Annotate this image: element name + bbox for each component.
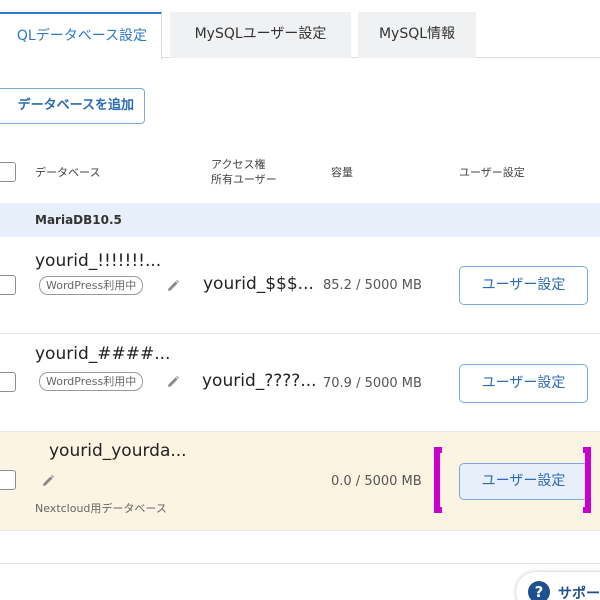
owner-user[interactable]: yourid_$$$...: [203, 274, 314, 294]
capacity-value: 70.9 / 5000 MB: [323, 376, 422, 391]
table-row: yourid_!!!!!!!... WordPress利用中 yourid_$$…: [0, 237, 600, 334]
tab-bar: QLデータベース設定 MySQLユーザー設定 MySQL情報: [0, 0, 600, 59]
support-button[interactable]: ? サポー: [516, 572, 600, 600]
column-header-user-settings: ユーザー設定: [459, 166, 525, 179]
pencil-icon[interactable]: [166, 279, 180, 293]
owner-user[interactable]: yourid_????...: [202, 371, 317, 391]
database-name[interactable]: yourid_!!!!!!!...: [35, 251, 161, 271]
user-settings-button[interactable]: ユーザー設定: [459, 463, 588, 500]
column-header-access-line2: 所有ユーザー: [211, 173, 277, 186]
column-header-capacity: 容量: [331, 166, 353, 179]
database-name[interactable]: yourid_####...: [35, 344, 170, 364]
highlight-bracket-right: [583, 447, 591, 513]
mysql-settings-page: QLデータベース設定 MySQLユーザー設定 MySQL情報 データベースを追加…: [0, 0, 600, 600]
column-header-access-line1: アクセス権: [211, 158, 266, 171]
capacity-value: 85.2 / 5000 MB: [323, 278, 422, 293]
row-checkbox[interactable]: [0, 470, 16, 490]
table-header: データベース アクセス権 所有ユーザー 容量 ユーザー設定: [0, 148, 600, 202]
tab-mysql-user-settings[interactable]: MySQLユーザー設定: [170, 12, 351, 58]
question-mark-icon: ?: [528, 581, 550, 600]
group-row: MariaDB10.5: [0, 203, 600, 237]
table-row: yourid_yourda... Nextcloud用データベース 0.0 / …: [0, 432, 600, 531]
select-all-checkbox[interactable]: [0, 162, 16, 182]
column-header-database: データベース: [35, 166, 101, 179]
support-label: サポー: [558, 586, 600, 600]
user-settings-button[interactable]: ユーザー設定: [459, 266, 588, 305]
highlight-bracket-left: [434, 447, 442, 513]
user-settings-button[interactable]: ユーザー設定: [459, 364, 588, 403]
row-checkbox[interactable]: [0, 372, 16, 392]
table-row: yourid_####... WordPress利用中 yourid_????.…: [0, 334, 600, 432]
wordpress-badge: WordPress利用中: [39, 372, 144, 391]
tab-mysql-info[interactable]: MySQL情報: [358, 12, 476, 58]
database-description: Nextcloud用データベース: [35, 502, 167, 515]
add-database-button[interactable]: データベースを追加: [0, 88, 145, 124]
bottom-divider: [0, 563, 600, 564]
group-label: MariaDB10.5: [35, 213, 122, 227]
pencil-icon[interactable]: [166, 375, 180, 389]
row-checkbox[interactable]: [0, 275, 16, 295]
capacity-value: 0.0 / 5000 MB: [331, 474, 422, 489]
database-name[interactable]: yourid_yourda...: [49, 441, 187, 461]
wordpress-badge: WordPress利用中: [39, 276, 144, 295]
tab-database-settings[interactable]: QLデータベース設定: [0, 12, 162, 59]
pencil-icon[interactable]: [41, 474, 55, 488]
